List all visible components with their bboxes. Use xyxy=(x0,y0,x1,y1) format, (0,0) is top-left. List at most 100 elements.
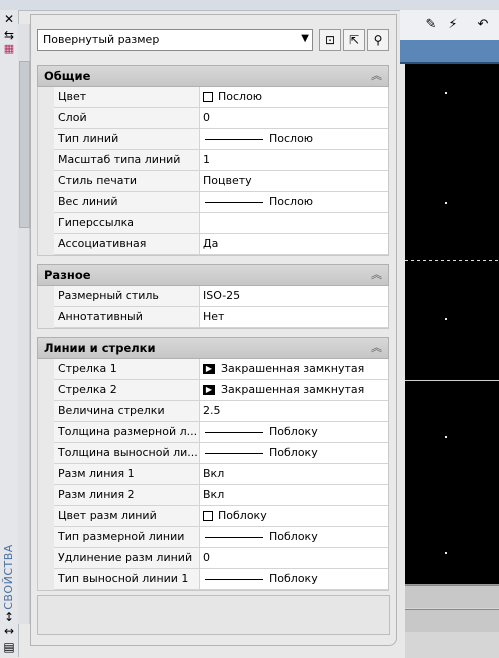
property-name: Величина стрелки xyxy=(54,401,200,421)
property-value: Поблоку xyxy=(218,509,267,522)
property-row-dimline2[interactable]: Разм линия 2 Вкл xyxy=(54,485,388,506)
chevron-down-icon[interactable]: ▼ xyxy=(301,33,309,44)
pencil-icon[interactable]: ✎ xyxy=(422,16,440,34)
select-objects-icon: ⇱ xyxy=(348,33,360,47)
palette-title: СВОЙСТВА xyxy=(2,544,15,610)
property-name: Разм линия 1 xyxy=(54,464,200,484)
property-row-associative[interactable]: Ассоциативная Да xyxy=(54,234,388,255)
arrowhead-icon: ▶ xyxy=(203,364,215,374)
color-swatch xyxy=(203,511,213,521)
section-title: Линии и стрелки xyxy=(44,341,156,355)
property-name: Толщина выносной ли... xyxy=(54,443,200,463)
property-name: Масштаб типа линий xyxy=(54,150,200,170)
property-value: Закрашенная замкнутая xyxy=(221,362,365,375)
section-general: Общие ︽ Цвет Послою Слой 0 Тип линий Пос… xyxy=(37,65,389,256)
property-value: Нет xyxy=(203,310,225,323)
property-value: 2.5 xyxy=(203,404,221,417)
property-value: Послою xyxy=(269,195,314,208)
property-name: Стрелка 1 xyxy=(54,359,200,379)
property-name: Тип линий xyxy=(54,129,200,149)
property-row-linetype-scale[interactable]: Масштаб типа линий 1 xyxy=(54,150,388,171)
property-row-layer[interactable]: Слой 0 xyxy=(54,108,388,129)
arrowhead-icon: ▶ xyxy=(203,385,215,395)
property-value: 1 xyxy=(203,153,210,166)
property-row-hyperlink[interactable]: Гиперссылка xyxy=(54,213,388,234)
lineweight-sample xyxy=(205,431,263,433)
object-type-value: Повернутый размер xyxy=(43,33,160,46)
property-row-dimline-ext[interactable]: Удлинение разм линий 0 xyxy=(54,548,388,569)
section-title: Разное xyxy=(44,268,91,282)
property-value: Послою xyxy=(218,90,263,103)
property-value: Послою xyxy=(269,132,314,145)
toggle-description-icon[interactable]: ↔ xyxy=(2,624,16,638)
property-row-dimline-color[interactable]: Цвет разм линий Поблоку xyxy=(54,506,388,527)
color-swatch xyxy=(203,92,213,102)
section-misc: Разное ︽ Размерный стиль ISO-25 Аннотати… xyxy=(37,264,389,329)
property-row-dimstyle[interactable]: Размерный стиль ISO-25 xyxy=(54,286,388,307)
scrollbar-thumb[interactable] xyxy=(19,61,30,228)
property-row-lineweight[interactable]: Вес линий Послою xyxy=(54,192,388,213)
property-name: Вес линий xyxy=(54,192,200,212)
command-line[interactable] xyxy=(405,585,499,608)
property-row-dimline-weight[interactable]: Толщина размерной л... Поблоку xyxy=(54,422,388,443)
linetype-sample xyxy=(205,578,263,580)
property-row-dimline1[interactable]: Разм линия 1 Вкл xyxy=(54,464,388,485)
property-name: Удлинение разм линий xyxy=(54,548,200,568)
property-row-dimline-type[interactable]: Тип размерной линии Поблоку xyxy=(54,527,388,548)
collapse-icon[interactable]: ︽ xyxy=(371,339,382,355)
undo-icon[interactable]: ↶ xyxy=(474,16,492,34)
auto-hide-icon[interactable]: ⇆ xyxy=(2,28,16,42)
property-value: Закрашенная замкнутая xyxy=(221,383,365,396)
property-name: Слой xyxy=(54,108,200,128)
grid-dot xyxy=(445,92,447,94)
property-name: Гиперссылка xyxy=(54,213,200,233)
property-value: Вкл xyxy=(203,488,225,501)
property-row-extline-weight[interactable]: Толщина выносной ли... Поблоку xyxy=(54,443,388,464)
property-name: Цвет разм линий xyxy=(54,506,200,526)
linetype-sample xyxy=(205,536,263,538)
properties-icon[interactable]: ▤ xyxy=(2,640,16,654)
drawing-canvas[interactable] xyxy=(405,64,499,584)
property-row-arrow2[interactable]: Стрелка 2 ▶ Закрашенная замкнутая xyxy=(54,380,388,401)
property-name: Цвет xyxy=(54,87,200,107)
pickadd-toggle-button[interactable]: ⚲ xyxy=(367,29,389,51)
property-row-arrow1[interactable]: Стрелка 1 ▶ Закрашенная замкнутая xyxy=(54,359,388,380)
status-bar xyxy=(405,609,499,632)
object-type-dropdown[interactable]: Повернутый размер ▼ xyxy=(37,29,313,51)
description-panel xyxy=(37,595,390,635)
close-icon[interactable]: ✕ xyxy=(2,12,16,26)
command-line-area xyxy=(405,584,499,658)
property-row-arrow-size[interactable]: Величина стрелки 2.5 xyxy=(54,401,388,422)
grid-dot xyxy=(445,436,447,438)
crosshair-line xyxy=(405,260,499,261)
property-row-linetype[interactable]: Тип линий Послою xyxy=(54,129,388,150)
palette-title-strip: ✕ ⇆ ▦ СВОЙСТВА ↕ ↔ ▤ xyxy=(0,10,19,657)
resize-icon[interactable]: ↕ xyxy=(2,610,16,624)
palette-scrollbar[interactable] xyxy=(18,24,30,624)
property-name: Размерный стиль xyxy=(54,286,200,306)
collapse-icon[interactable]: ︽ xyxy=(371,67,382,83)
grid-dot xyxy=(445,552,447,554)
collapse-icon[interactable]: ︽ xyxy=(371,266,382,282)
match-properties-icon[interactable]: ⚡ xyxy=(444,16,462,34)
select-objects-button[interactable]: ⇱ xyxy=(343,29,365,51)
section-header[interactable]: Разное ︽ xyxy=(37,264,389,286)
section-header[interactable]: Линии и стрелки ︽ xyxy=(37,337,389,359)
property-name: Толщина размерной л... xyxy=(54,422,200,442)
property-row-annotative[interactable]: Аннотативный Нет xyxy=(54,307,388,328)
property-name: Стрелка 2 xyxy=(54,380,200,400)
property-name: Тип выносной линии 1 xyxy=(54,569,200,589)
property-value: Поблоку xyxy=(269,530,318,543)
app-toolbar: ✎ ⚡ ↶ xyxy=(400,10,499,41)
property-name: Разм линия 2 xyxy=(54,485,200,505)
property-name: Стиль печати xyxy=(54,171,200,191)
property-row-extline1-type[interactable]: Тип выносной линии 1 Поблоку xyxy=(54,569,388,590)
section-header[interactable]: Общие ︽ xyxy=(37,65,389,87)
property-row-color[interactable]: Цвет Послою xyxy=(54,87,388,108)
property-value: Да xyxy=(203,237,219,250)
property-row-plot-style[interactable]: Стиль печати Поцвету xyxy=(54,171,388,192)
dimension-line xyxy=(405,380,499,381)
quick-select-button[interactable]: ⊡ xyxy=(319,29,341,51)
property-value: ISO-25 xyxy=(203,289,241,302)
palette-options-icon[interactable]: ▦ xyxy=(2,42,16,56)
